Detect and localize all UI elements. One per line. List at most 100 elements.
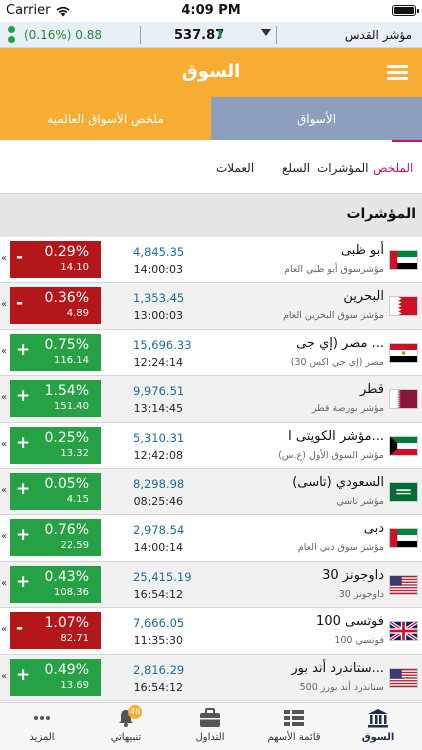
index-time: 14:00:03 xyxy=(133,263,183,276)
chevron-left-icon[interactable]: « xyxy=(1,578,7,589)
market-subtitle: داوجونز 30 xyxy=(338,588,384,600)
market-subtitle: مؤشر سوق البحرين العام xyxy=(282,310,384,322)
table-row[interactable]: « + 0.25% 13.32 5,310.31 12:42:08 مؤشر ا… xyxy=(0,422,422,469)
table-row[interactable]: « + 0.75% 116.14 15,696.33 12:24:14 مصر … xyxy=(0,329,422,377)
change-box: + 0.76% 22.59 xyxy=(10,519,101,557)
nav-stock-list[interactable]: قائمة الأسهم xyxy=(252,703,336,750)
tab-markets[interactable]: الأسواق xyxy=(211,97,422,140)
section-header: المؤشرات xyxy=(0,194,422,237)
status-time: 4:09 PM xyxy=(181,3,241,18)
market-subtitle: مؤشرسوق أبو ظبي العام xyxy=(284,264,384,275)
ticker-divider xyxy=(276,26,277,44)
arrow-up-icon: ⬆ xyxy=(215,27,226,41)
market-subtitle: مؤشر السوق الأول (ع.س) xyxy=(278,449,384,461)
index-value: 25,415.19 xyxy=(133,569,192,584)
nav-alerts[interactable]: 46 تنبيهاتي xyxy=(84,703,168,750)
market-name: البحرين xyxy=(343,289,384,305)
index-time: 16:54:12 xyxy=(133,680,183,694)
index-time: 11:35:30 xyxy=(133,634,183,648)
nav-trading[interactable]: التداول xyxy=(168,703,252,750)
list-grid-icon xyxy=(284,710,304,726)
ticker-index-name[interactable]: مؤشر القدس xyxy=(345,28,412,42)
chevron-left-icon[interactable]: « xyxy=(1,299,7,310)
index-time: 13:14:45 xyxy=(133,402,183,416)
market-name: مصر (إي جى ... xyxy=(296,335,384,351)
table-row[interactable]: « + 0.76% 22.59 2,978.54 14:00:14 دبى مؤ… xyxy=(0,515,422,562)
tab-global-markets-summary[interactable]: ملخص الأسواق العالمية xyxy=(0,97,211,140)
chevron-left-icon[interactable]: « xyxy=(1,392,7,403)
tab-currencies[interactable]: العملات xyxy=(216,161,254,175)
market-name: قطر xyxy=(359,382,384,398)
change-box: + 0.25% 13.32 xyxy=(10,426,101,464)
market-name: ستاندرد أند بور... xyxy=(291,660,384,676)
kuwait-flag-icon xyxy=(389,435,418,456)
chevron-left-icon[interactable]: « xyxy=(1,671,7,682)
market-subtitle: ستاندرد أند بورز 500 xyxy=(299,681,384,693)
market-name: فوتسى 100 xyxy=(316,614,384,630)
tab-indices[interactable]: المؤشرات xyxy=(317,161,368,175)
saudi-flag-icon xyxy=(389,481,418,502)
app-header: السوق xyxy=(0,48,422,97)
battery-icon xyxy=(392,5,419,16)
table-row[interactable]: « + 0.05% 4.15 8,298.98 08:25:46 السعودي… xyxy=(0,468,422,516)
briefcase-icon xyxy=(200,708,220,727)
ticker-change: (0.16%) 0.88 xyxy=(24,28,103,42)
chevron-left-icon[interactable]: « xyxy=(1,346,7,357)
index-value: 7,666.05 xyxy=(133,616,185,631)
chevron-left-icon[interactable]: « xyxy=(1,253,7,264)
egypt-flag-icon xyxy=(389,342,418,363)
market-subtitle: مصر (إي جي اكس 30) xyxy=(290,356,384,368)
tab-summary[interactable]: الملخص xyxy=(373,161,413,175)
usa-flag-icon xyxy=(389,574,418,595)
change-box: - 0.36% 4.89 xyxy=(10,287,101,325)
status-bar: Carrier 4:09 PM xyxy=(0,0,422,22)
market-subtitle: مؤشر سوق دبي العام xyxy=(297,542,384,554)
index-time: 08:25:46 xyxy=(133,494,183,508)
market-subtitle: مؤشر تاسي xyxy=(336,495,384,507)
market-subtitle: فوتسي 100 xyxy=(334,635,384,647)
table-row[interactable]: « + 1.54% 151.40 9,976.51 13:14:45 قطر م… xyxy=(0,376,422,423)
chevron-left-icon[interactable]: « xyxy=(1,485,7,496)
table-row[interactable]: « + 0.49% 13.69 2,816.29 16:54:12 ستاندر… xyxy=(0,654,422,701)
menu-icon[interactable] xyxy=(387,65,408,80)
index-value: 8,298.98 xyxy=(133,476,185,491)
chevron-left-icon[interactable]: « xyxy=(1,531,7,542)
chevron-down-icon[interactable] xyxy=(261,29,271,36)
index-value: 1,353.45 xyxy=(133,291,185,306)
sub-tabs: العملات السلع المؤشرات الملخص xyxy=(0,140,422,194)
bottom-nav: المزيد 46 تنبيهاتي التداول قائمة الأسهم xyxy=(0,702,422,750)
market-name: دبى xyxy=(363,521,384,537)
market-name: داوجونز 30 xyxy=(322,567,384,583)
bank-icon xyxy=(368,709,388,728)
table-row[interactable]: « - 0.29% 14.10 4,845.35 14:00:03 أبو ظب… xyxy=(0,237,422,284)
active-tab-indicator xyxy=(392,140,422,142)
table-row[interactable]: « + 0.43% 108.36 25,415.19 16:54:12 داوج… xyxy=(0,561,422,609)
nav-market[interactable]: السوق xyxy=(336,703,420,750)
change-box: + 0.75% 116.14 xyxy=(10,333,101,371)
uae-flag-icon xyxy=(389,528,418,549)
page-title: السوق xyxy=(181,61,241,82)
table-row[interactable]: « - 1.07% 82.71 7,666.05 11:35:30 فوتسى … xyxy=(0,608,422,655)
index-time: 12:24:14 xyxy=(133,355,183,369)
uk-flag-icon xyxy=(389,621,418,642)
tab-commodities[interactable]: السلع xyxy=(282,161,310,175)
table-row[interactable]: « - 0.36% 4.89 1,353.45 13:00:03 البحرين… xyxy=(0,283,422,330)
top-tabs: ملخص الأسواق العالمية الأسواق xyxy=(0,97,422,140)
index-time: 12:42:08 xyxy=(133,448,183,462)
chevron-left-icon[interactable]: « xyxy=(1,439,7,450)
change-box: + 0.49% 13.69 xyxy=(10,658,101,696)
index-value: 9,976.51 xyxy=(133,384,185,399)
index-value: 4,845.35 xyxy=(133,245,185,259)
index-ticker[interactable]: (0.16%) 0.88 537.87 ⬆ مؤشر القدس xyxy=(0,22,422,48)
chevron-left-icon[interactable]: « xyxy=(1,624,7,635)
market-name: مؤشر الكويتى ا... xyxy=(288,428,384,444)
market-name: أبو ظبى xyxy=(340,243,384,258)
status-right xyxy=(392,5,419,16)
qatar-flag-icon xyxy=(389,389,418,410)
usa-flag-icon xyxy=(389,667,418,688)
change-box: + 0.05% 4.15 xyxy=(10,472,101,510)
index-time: 14:00:14 xyxy=(133,541,183,555)
section-title: المؤشرات xyxy=(346,206,416,222)
alerts-badge: 46 xyxy=(128,705,143,719)
nav-more[interactable]: المزيد xyxy=(0,703,84,750)
